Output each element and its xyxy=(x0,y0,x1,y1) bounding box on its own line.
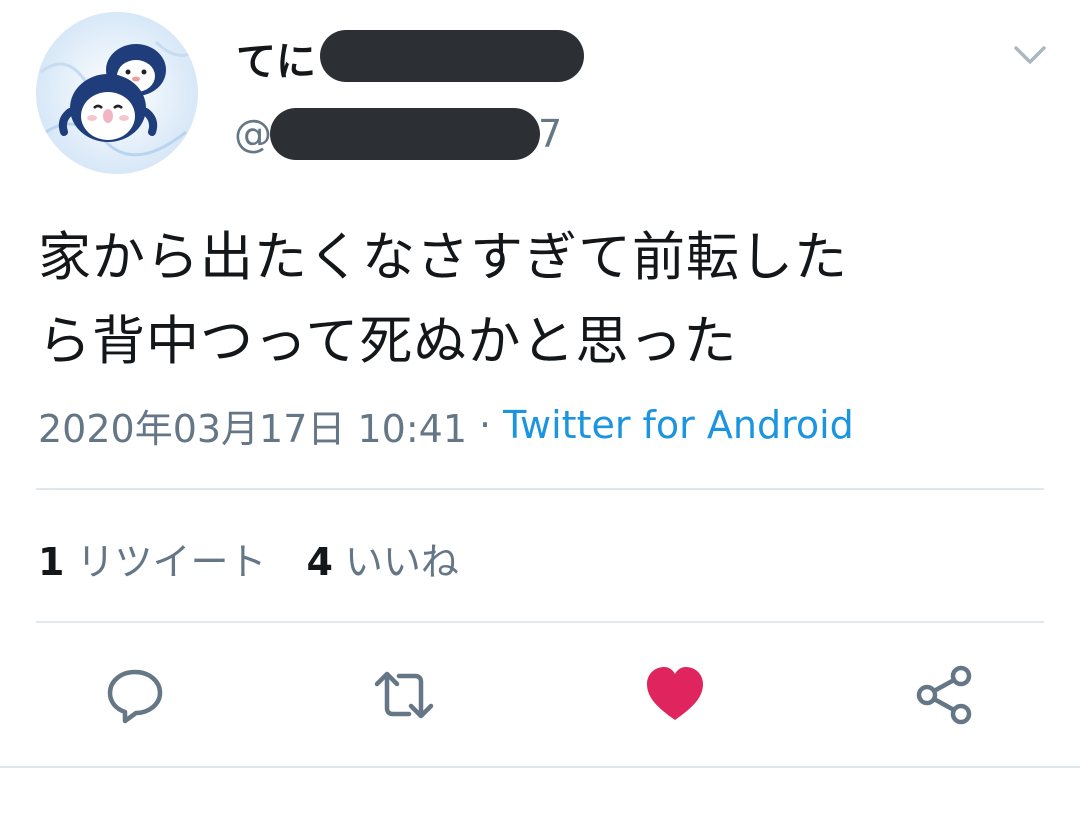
chevron-down-icon xyxy=(1014,46,1046,64)
reply-button[interactable] xyxy=(104,664,166,726)
author-display-name-text: てに xyxy=(236,39,316,85)
divider xyxy=(36,621,1044,623)
author-display-name[interactable]: てに xyxy=(236,30,316,86)
handle-suffix: 7 xyxy=(538,112,563,156)
heart-icon xyxy=(647,667,703,720)
retweet-icon xyxy=(374,671,434,719)
tweet-source-link[interactable]: Twitter for Android xyxy=(503,403,854,447)
tweet-text-line: ら背中つって死ぬかと思った xyxy=(38,311,738,372)
like-count: 4 xyxy=(306,539,333,584)
divider xyxy=(36,488,1044,490)
retweet-label: リツイート xyxy=(76,539,267,584)
reply-icon xyxy=(107,669,163,724)
tweet-timestamp[interactable]: 2020年03月17日 10:41 xyxy=(38,398,467,453)
like-button[interactable] xyxy=(644,664,706,726)
avatar[interactable] xyxy=(36,12,198,174)
tweet-text-line: 家から出たくなさすぎて前転した xyxy=(38,227,848,288)
redaction-bar-handle xyxy=(270,108,540,160)
meta-separator: · xyxy=(479,403,492,447)
retweet-button[interactable] xyxy=(373,664,435,726)
redaction-bar-name xyxy=(320,30,584,82)
retweet-stat[interactable]: 1 リツイート xyxy=(38,531,266,586)
share-icon xyxy=(916,665,972,725)
like-label: いいね xyxy=(344,539,459,584)
retweet-count: 1 xyxy=(38,539,65,584)
tweet-text: 家から出たくなさすぎて前転した ら背中つって死ぬかと思った xyxy=(38,216,1048,384)
penguin-avatar-icon xyxy=(36,12,198,174)
like-stat[interactable]: 4 いいね xyxy=(306,531,458,586)
tweet-meta: 2020年03月17日 10:41 · Twitter for Android xyxy=(38,398,854,452)
tweet-stats: 1 リツイート 4 いいね xyxy=(38,532,459,584)
share-button[interactable] xyxy=(914,664,976,726)
tweet-menu-button[interactable] xyxy=(1010,38,1050,74)
divider xyxy=(0,766,1080,768)
